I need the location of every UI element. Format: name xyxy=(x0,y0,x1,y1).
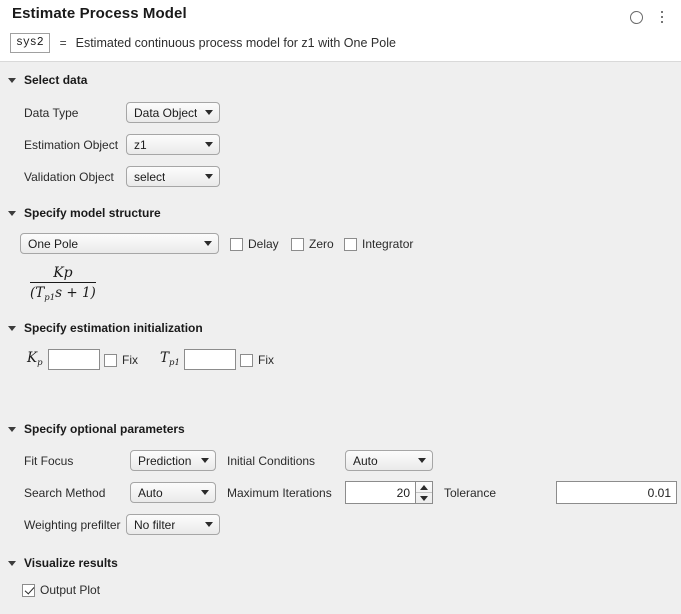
chevron-down-icon xyxy=(418,458,426,463)
dropdown-estimation-object[interactable]: z1 xyxy=(126,134,220,155)
section-header-optional-parameters[interactable]: Specify optional parameters xyxy=(8,422,185,436)
checkbox-label: Zero xyxy=(309,237,334,251)
dropdown-weighting-prefilter[interactable]: No filter xyxy=(126,514,220,535)
caret-up-icon xyxy=(420,484,428,490)
input-kp-value[interactable] xyxy=(48,349,100,370)
checkbox-box xyxy=(291,237,304,251)
label-estimation-object: Estimation Object xyxy=(24,138,119,152)
section-header-select-data[interactable]: Select data xyxy=(8,73,87,87)
checkbox-box xyxy=(104,353,117,367)
chevron-down-icon xyxy=(8,427,16,432)
checkbox-fix-tp1[interactable]: Fix xyxy=(240,353,274,367)
equals-sign: = xyxy=(59,36,67,50)
checkbox-label: Output Plot xyxy=(40,583,101,597)
dropdown-validation-object[interactable]: select xyxy=(126,166,220,187)
stepper-value: 20 xyxy=(396,485,410,500)
section-header-estimation-init[interactable]: Specify estimation initialization xyxy=(8,321,203,335)
stepper-buttons xyxy=(415,482,432,503)
header-icon-group xyxy=(625,6,673,28)
chevron-down-icon xyxy=(8,78,16,83)
label-fit-focus: Fit Focus xyxy=(24,454,74,468)
label-search-method: Search Method xyxy=(24,486,106,500)
checkbox-output-plot[interactable]: Output Plot xyxy=(22,583,100,597)
dialog-body: Select data Data Type Data Object Estima… xyxy=(0,62,681,614)
section-title-model-structure: Specify model structure xyxy=(24,206,161,220)
circle-progress-icon[interactable] xyxy=(625,6,647,28)
chevron-down-icon xyxy=(8,211,16,216)
dropdown-initial-conditions[interactable]: Auto xyxy=(345,450,433,471)
chevron-down-icon xyxy=(201,458,209,463)
chevron-down-icon xyxy=(205,174,213,179)
section-header-model-structure[interactable]: Specify model structure xyxy=(8,206,161,220)
label-tp1-symbol: Tp1 xyxy=(160,350,180,368)
chevron-down-icon xyxy=(8,561,16,566)
label-maximum-iterations: Maximum Iterations xyxy=(227,486,332,500)
stepper-maximum-iterations[interactable]: 20 xyxy=(345,481,433,504)
checkbox-label: Delay xyxy=(248,237,279,251)
stepper-decrement-button[interactable] xyxy=(416,493,432,503)
caret-down-icon xyxy=(420,495,428,501)
transfer-function-formula: Kp (Tp1s + 1) xyxy=(30,265,96,303)
stepper-increment-button[interactable] xyxy=(416,482,432,493)
section-title-visualize-results: Visualize results xyxy=(24,556,118,570)
checkbox-box xyxy=(344,237,357,251)
dropdown-fit-focus[interactable]: Prediction xyxy=(130,450,216,471)
dropdown-search-method[interactable]: Auto xyxy=(130,482,216,503)
chevron-down-icon xyxy=(204,241,212,246)
label-kp-symbol: Kp xyxy=(27,350,43,368)
section-title-estimation-init: Specify estimation initialization xyxy=(24,321,203,335)
chevron-down-icon xyxy=(205,110,213,115)
input-tolerance[interactable]: 0.01 xyxy=(556,481,677,504)
chevron-down-icon xyxy=(205,522,213,527)
section-title-select-data: Select data xyxy=(24,73,88,87)
checkbox-box xyxy=(240,353,253,367)
model-name-field[interactable]: sys2 xyxy=(10,33,50,53)
checkbox-label: Integrator xyxy=(362,237,414,251)
section-title-optional-parameters: Specify optional parameters xyxy=(24,422,185,436)
kebab-menu-icon[interactable] xyxy=(651,6,673,28)
checkbox-fix-kp[interactable]: Fix xyxy=(104,353,138,367)
model-description: Estimated continuous process model for z… xyxy=(75,36,396,50)
chevron-down-icon xyxy=(201,490,209,495)
formula-denominator: (Tp1s + 1) xyxy=(30,285,96,303)
label-weighting-prefilter: Weighting prefilter xyxy=(24,518,121,532)
chevron-down-icon xyxy=(8,326,16,331)
input-tp1-value[interactable] xyxy=(184,349,236,370)
checkbox-delay[interactable]: Delay xyxy=(230,237,279,251)
checkbox-box xyxy=(22,583,35,597)
page-title: Estimate Process Model xyxy=(12,5,187,22)
model-summary: sys2 = Estimated continuous process mode… xyxy=(10,32,396,54)
label-initial-conditions: Initial Conditions xyxy=(227,454,316,468)
label-validation-object: Validation Object xyxy=(24,170,114,184)
dropdown-model-structure[interactable]: One Pole xyxy=(20,233,219,254)
dialog-header: Estimate Process Model sys2 = Estimated … xyxy=(0,0,681,62)
chevron-down-icon xyxy=(205,142,213,147)
dropdown-data-type[interactable]: Data Object xyxy=(126,102,220,123)
label-data-type: Data Type xyxy=(24,106,79,120)
formula-numerator: Kp xyxy=(30,265,96,283)
checkbox-zero[interactable]: Zero xyxy=(291,237,334,251)
checkbox-label: Fix xyxy=(258,353,274,367)
checkbox-integrator[interactable]: Integrator xyxy=(344,237,413,251)
checkbox-label: Fix xyxy=(122,353,138,367)
label-tolerance: Tolerance xyxy=(444,486,497,500)
checkbox-box xyxy=(230,237,243,251)
section-header-visualize-results[interactable]: Visualize results xyxy=(8,556,118,570)
